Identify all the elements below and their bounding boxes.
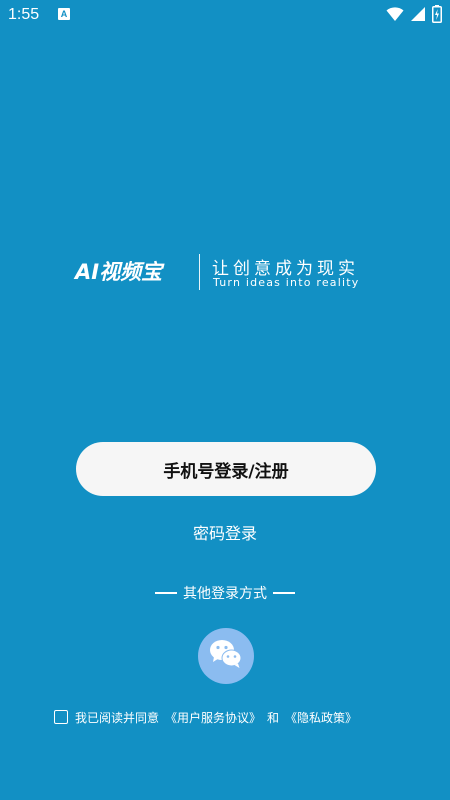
slogan-english: Turn ideas into reality — [213, 276, 360, 289]
divider-line-left — [155, 592, 177, 594]
notification-icon: A — [58, 8, 70, 20]
battery-charging-icon — [432, 5, 442, 27]
agreement-prefix: 我已阅读并同意 — [75, 710, 160, 725]
wechat-icon — [209, 639, 243, 673]
cellular-signal-icon — [410, 6, 426, 26]
app-logo-text: AI视频宝 — [75, 260, 163, 284]
agreement-checkbox[interactable] — [54, 710, 68, 724]
phone-login-button[interactable]: 手机号登录/注册 — [76, 442, 376, 496]
brand-header: AI视频宝 让创意成为现实 Turn ideas into reality — [75, 254, 385, 294]
brand-divider — [199, 254, 200, 290]
wifi-icon — [386, 6, 404, 26]
password-login-link[interactable]: 密码登录 — [0, 520, 450, 544]
privacy-policy-link[interactable]: 《隐私政策》 — [285, 709, 357, 726]
status-icons — [386, 5, 442, 27]
status-time: 1:55 — [8, 6, 40, 23]
wechat-login-button[interactable] — [198, 628, 254, 684]
agreement-row: 我已阅读并同意 《用户服务协议》 和 《隐私政策》 — [54, 707, 357, 727]
status-bar: 1:55 A — [0, 0, 450, 32]
agreement-conjunction: 和 — [267, 710, 280, 725]
other-login-divider: 其他登录方式 — [0, 583, 450, 603]
other-login-label: 其他登录方式 — [183, 586, 267, 602]
divider-line-right — [273, 592, 295, 594]
user-agreement-link[interactable]: 《用户服务协议》 — [165, 709, 261, 726]
